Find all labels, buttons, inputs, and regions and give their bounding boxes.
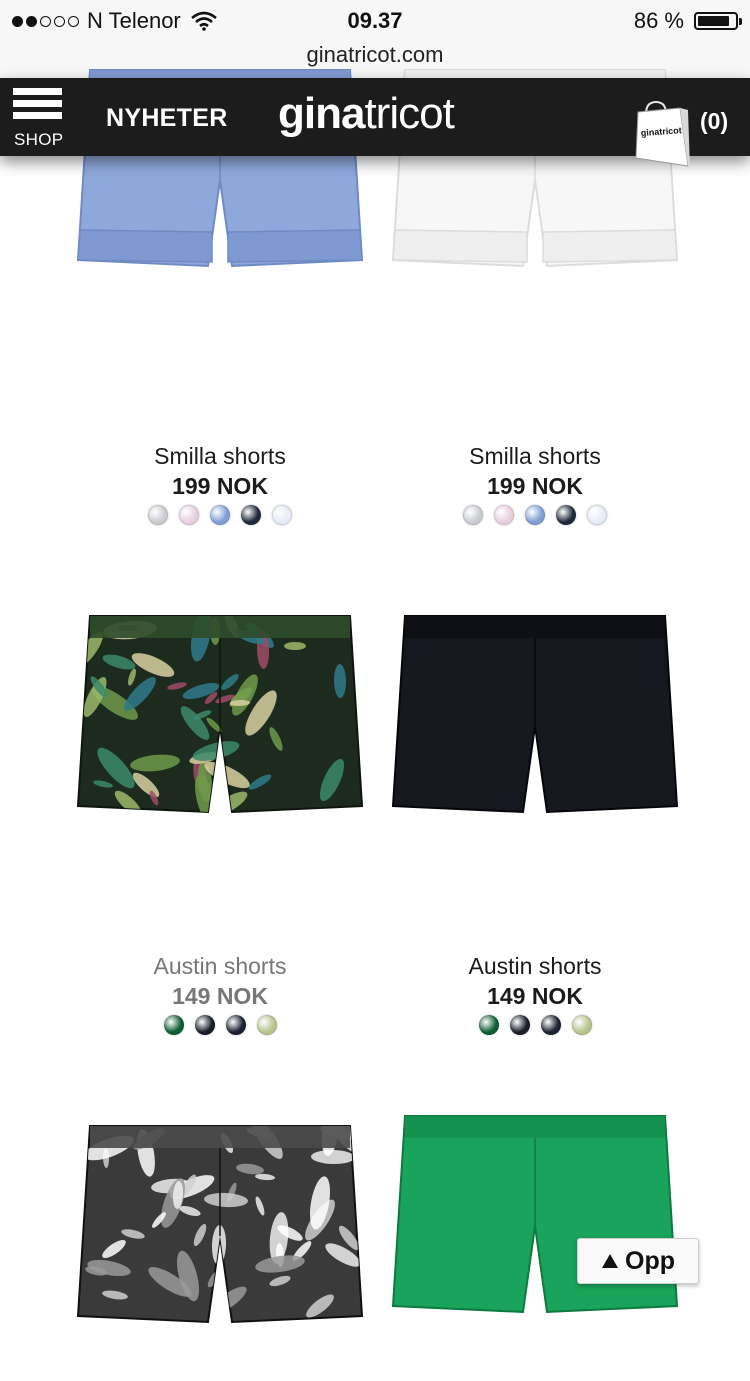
product-name[interactable]: Smilla shorts — [377, 443, 693, 470]
battery-icon — [694, 12, 742, 30]
product-name[interactable]: Smilla shorts — [62, 443, 378, 470]
site-logo[interactable]: ginatricot — [278, 90, 455, 138]
color-swatch[interactable] — [163, 1015, 184, 1035]
shop-menu-button[interactable]: SHOP — [13, 88, 64, 149]
color-swatch[interactable] — [525, 505, 545, 525]
color-swatch[interactable] — [241, 505, 261, 525]
color-swatch[interactable] — [463, 505, 483, 525]
back-to-top-button[interactable]: Opp — [577, 1238, 699, 1284]
color-swatch[interactable] — [540, 1015, 561, 1035]
color-swatches — [62, 505, 378, 525]
hamburger-icon — [13, 88, 62, 95]
cart-count[interactable]: (0) — [700, 108, 728, 135]
color-swatches — [377, 505, 693, 525]
color-swatch[interactable] — [256, 1015, 277, 1035]
color-swatches — [377, 1015, 693, 1035]
shopping-bag-icon[interactable]: ginatricot — [632, 100, 692, 174]
product-price: 199 NOK — [487, 473, 583, 499]
color-swatch[interactable] — [478, 1015, 499, 1035]
site-header: SHOP NYHETER ginatricot ginatricot (0) — [0, 78, 750, 170]
color-swatch[interactable] — [194, 1015, 215, 1035]
color-swatches — [62, 1015, 378, 1035]
color-swatch[interactable] — [509, 1015, 530, 1035]
product-price: 199 NOK — [172, 473, 268, 499]
product-name[interactable]: Austin shorts — [62, 953, 378, 980]
product-price: 149 NOK — [172, 983, 268, 1009]
nav-link-news[interactable]: NYHETER — [106, 104, 228, 133]
back-to-top-label: Opp — [625, 1246, 675, 1275]
color-swatch[interactable] — [587, 505, 607, 525]
color-swatch[interactable] — [210, 505, 230, 525]
battery-percent: 86 % — [633, 8, 684, 33]
color-swatch[interactable] — [556, 505, 576, 525]
product-image-black-shorts[interactable] — [377, 606, 693, 871]
status-bar: N Telenor 09.37 86 % — [0, 0, 750, 40]
battery-info: 86 % — [633, 8, 742, 34]
color-swatch[interactable] — [148, 505, 168, 525]
shop-menu-label: SHOP — [14, 130, 64, 149]
arrow-up-icon — [602, 1254, 618, 1268]
color-swatch[interactable] — [494, 505, 514, 525]
color-swatch[interactable] — [179, 505, 199, 525]
color-swatch[interactable] — [225, 1015, 246, 1035]
product-name[interactable]: Austin shorts — [377, 953, 693, 980]
product-price: 149 NOK — [487, 983, 583, 1009]
product-image-black-white-leaf-shorts[interactable] — [62, 1116, 378, 1381]
color-swatch[interactable] — [571, 1015, 592, 1035]
product-image-tropical-print-shorts[interactable] — [62, 606, 378, 871]
color-swatch[interactable] — [272, 505, 292, 525]
